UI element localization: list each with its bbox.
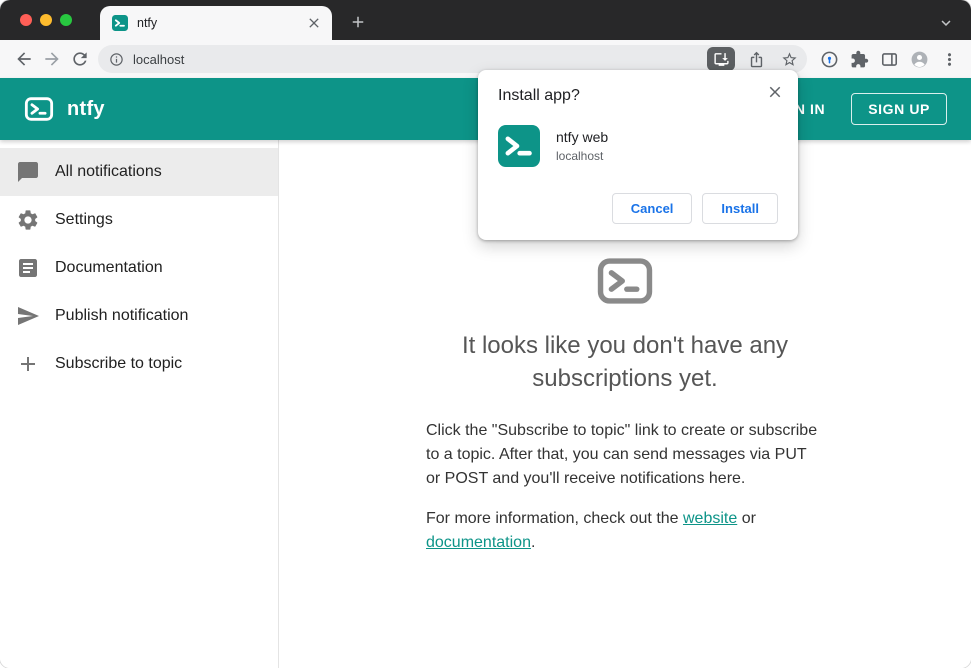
browser-window: ntfy localhost ntfy IN SIGN UP All notif… — [0, 0, 971, 668]
empty-state-heading: It looks like you don't have any subscri… — [461, 332, 789, 392]
url-text: localhost — [133, 51, 185, 67]
empty-state-paragraph: Click the "Subscribe to topic" link to c… — [426, 422, 818, 487]
forward-button[interactable] — [38, 45, 66, 73]
traffic-lights — [0, 0, 86, 40]
browser-menu-icon[interactable] — [935, 45, 963, 73]
dialog-app-info: ntfy web localhost — [498, 125, 778, 167]
app-title: ntfy — [67, 97, 105, 120]
dialog-close-icon[interactable] — [766, 83, 784, 101]
dialog-title: Install app? — [498, 87, 580, 104]
or-text: or — [737, 510, 756, 527]
send-icon — [16, 304, 40, 328]
dialog-app-name: ntfy web — [556, 129, 609, 145]
window-zoom-button[interactable] — [60, 14, 72, 26]
omnibox-actions — [707, 47, 801, 71]
cancel-button[interactable]: Cancel — [611, 193, 693, 224]
extensions-puzzle-icon[interactable] — [845, 45, 873, 73]
ntfy-logo-icon — [24, 94, 54, 124]
sidebar-item-all-notifications[interactable]: All notifications — [0, 148, 278, 196]
gear-icon — [16, 208, 40, 232]
document-icon — [16, 256, 40, 280]
tab-close-icon[interactable] — [306, 15, 322, 31]
bookmark-star-icon[interactable] — [777, 47, 801, 71]
empty-state-links-paragraph: For more information, check out the webs… — [426, 507, 824, 555]
sidebar-item-label: Subscribe to topic — [55, 355, 183, 372]
period-text: . — [530, 534, 536, 551]
new-tab-button[interactable] — [344, 8, 372, 36]
documentation-link[interactable]: documentation — [426, 534, 531, 551]
sidebar: All notifications Settings Documentation — [0, 140, 279, 668]
plus-icon — [16, 352, 40, 376]
side-panel-icon[interactable] — [875, 45, 903, 73]
tab-strip: ntfy — [0, 0, 971, 40]
sidebar-item-label: All notifications — [55, 163, 162, 180]
chat-icon — [16, 160, 40, 184]
sidebar-item-label: Publish notification — [55, 307, 189, 324]
sidebar-item-publish-notification[interactable]: Publish notification — [0, 292, 278, 340]
page-info-icon[interactable] — [109, 52, 124, 67]
dialog-actions: Cancel Install — [498, 193, 778, 224]
install-button[interactable]: Install — [702, 193, 778, 224]
share-icon[interactable] — [744, 47, 768, 71]
dialog-app-text: ntfy web localhost — [556, 129, 608, 163]
website-link[interactable]: website — [683, 510, 737, 527]
sidebar-item-documentation[interactable]: Documentation — [0, 244, 278, 292]
password-manager-extension-icon[interactable] — [815, 45, 843, 73]
window-close-button[interactable] — [20, 14, 32, 26]
install-app-icon[interactable] — [707, 47, 735, 71]
tab-title: ntfy — [137, 16, 158, 30]
address-bar[interactable]: localhost — [98, 45, 807, 73]
reload-button[interactable] — [66, 45, 94, 73]
browser-tab[interactable]: ntfy — [100, 6, 332, 40]
install-app-dialog: Install app? ntfy web localhost Cancel I… — [478, 70, 798, 240]
ntfy-favicon-icon — [112, 15, 128, 31]
ntfy-app-icon — [498, 125, 540, 167]
sidebar-item-subscribe-to-topic[interactable]: Subscribe to topic — [0, 340, 278, 388]
more-info-text: For more information, check out the — [426, 510, 683, 527]
dialog-app-origin: localhost — [556, 149, 604, 163]
window-minimize-button[interactable] — [40, 14, 52, 26]
ntfy-empty-state-icon — [596, 252, 654, 310]
back-button[interactable] — [10, 45, 38, 73]
profile-avatar[interactable] — [905, 45, 933, 73]
tab-search-chevron-icon[interactable] — [937, 14, 955, 32]
sidebar-item-settings[interactable]: Settings — [0, 196, 278, 244]
sign-up-button[interactable]: SIGN UP — [851, 93, 947, 125]
sidebar-item-label: Settings — [55, 211, 113, 228]
sidebar-item-label: Documentation — [55, 259, 163, 276]
